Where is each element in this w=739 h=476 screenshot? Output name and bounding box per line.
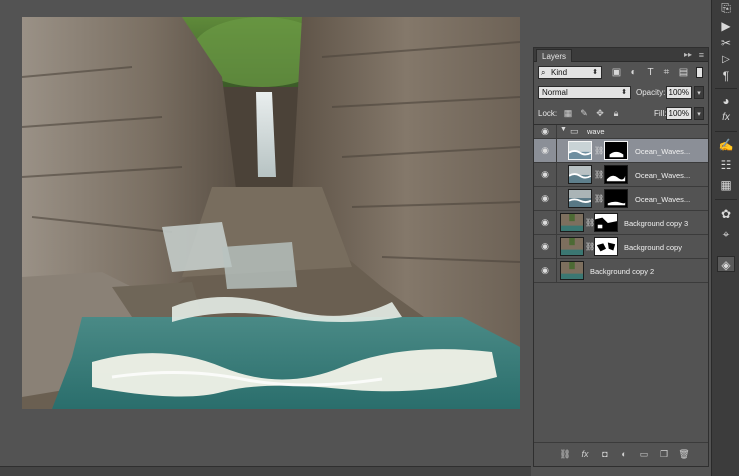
folder-icon: ▭ bbox=[570, 126, 579, 136]
lock-label: Lock: bbox=[538, 109, 558, 118]
blend-mode-select[interactable]: Normal ⬍ bbox=[538, 86, 631, 99]
panel-tabbar: Layers ▸▸ ≡ bbox=[534, 48, 708, 62]
play-icon[interactable]: ▶ bbox=[717, 18, 735, 34]
filter-toggle[interactable] bbox=[696, 67, 703, 78]
chain-link-icon[interactable]: ⛓︎ bbox=[594, 170, 604, 179]
layer-row-background-copy-3[interactable]: ◉ ⛓︎ Background copy 3 bbox=[534, 211, 708, 235]
panel-menu-icon[interactable]: ≡ bbox=[699, 48, 704, 62]
chevron-down-icon: ⬍ bbox=[621, 89, 627, 96]
lock-image-icon[interactable]: ✎ bbox=[578, 107, 590, 120]
blend-mode-value: Normal bbox=[542, 88, 568, 97]
brush-icon[interactable]: ✍ bbox=[717, 137, 735, 153]
canyon-waterfall-image bbox=[22, 17, 520, 409]
layer-thumbnail bbox=[560, 237, 584, 256]
delete-layer-icon[interactable]: 🗑︎ bbox=[678, 448, 690, 461]
layer-row-background-copy[interactable]: ◉ ⛓︎ Background copy bbox=[534, 235, 708, 259]
layer-mask-thumbnail[interactable] bbox=[594, 237, 618, 256]
layer-name: Ocean_Waves... bbox=[635, 171, 691, 180]
new-group-icon[interactable]: ▭ bbox=[638, 448, 650, 461]
type-filter-icon[interactable]: T bbox=[644, 66, 657, 79]
fx-icon[interactable]: fx bbox=[579, 448, 591, 461]
tab-layers[interactable]: Layers bbox=[536, 49, 573, 62]
layer-name: Background copy 3 bbox=[624, 219, 689, 228]
layer-name: Background copy 2 bbox=[590, 267, 655, 276]
layer-row-ocean-waves-3[interactable]: ◉ ⛓︎ Ocean_Waves... bbox=[534, 187, 708, 211]
link-layers-icon[interactable]: ⛓︎ bbox=[559, 448, 571, 461]
visibility-eye-icon[interactable]: ◉ bbox=[539, 193, 551, 204]
swatches-icon[interactable]: ▦ bbox=[717, 177, 735, 193]
layers-icon[interactable]: ◈ bbox=[717, 256, 735, 272]
filter-kind-value: Kind bbox=[551, 68, 568, 77]
layer-list: ◉ ▼ ▭ wave ◉ ⛓︎ Ocean_Waves... ◉ ⛓︎ Ocea… bbox=[534, 124, 708, 442]
opacity-dropdown-icon[interactable]: ▾ bbox=[694, 86, 704, 99]
visibility-eye-icon[interactable]: ◉ bbox=[539, 169, 551, 180]
visibility-eye-icon[interactable]: ◉ bbox=[539, 217, 551, 228]
opacity-label: Opacity: bbox=[636, 88, 666, 97]
smart-object-filter-icon[interactable]: ▤ bbox=[677, 66, 690, 79]
tools-icon[interactable]: ✂ bbox=[717, 35, 735, 51]
channels-icon[interactable]: ✿ bbox=[717, 206, 735, 222]
visibility-eye-icon[interactable]: ◉ bbox=[539, 265, 551, 276]
layer-row-ocean-waves-2[interactable]: ◉ ⛓︎ Ocean_Waves... bbox=[534, 163, 708, 187]
new-layer-icon[interactable]: ❐ bbox=[658, 448, 670, 461]
add-mask-icon[interactable]: ◘ bbox=[599, 448, 611, 461]
layer-mask-thumbnail[interactable] bbox=[594, 213, 618, 232]
layer-thumbnail bbox=[568, 189, 592, 208]
lock-position-icon[interactable]: ✥ bbox=[594, 107, 606, 120]
layer-thumbnail bbox=[568, 141, 592, 160]
layer-mask-thumbnail[interactable] bbox=[604, 189, 628, 208]
play-small-icon[interactable]: ▷ bbox=[717, 52, 735, 68]
chain-link-icon[interactable]: ⛓︎ bbox=[594, 194, 604, 203]
adjustment-filter-icon[interactable]: ◐ bbox=[627, 66, 640, 79]
visibility-eye-icon[interactable]: ◉ bbox=[539, 126, 551, 137]
layer-thumbnail bbox=[560, 261, 584, 280]
shape-filter-icon[interactable]: ⌗ bbox=[660, 66, 673, 79]
layer-mask-thumbnail[interactable] bbox=[604, 165, 628, 184]
history-icon[interactable]: ⎘ bbox=[717, 0, 735, 16]
layer-name: Ocean_Waves... bbox=[635, 147, 691, 156]
layer-row-ocean-waves-1[interactable]: ◉ ⛓︎ Ocean_Waves... bbox=[534, 139, 708, 163]
opacity-input[interactable]: 100% bbox=[666, 86, 692, 99]
layer-thumbnail bbox=[560, 213, 584, 232]
layers-panel: Layers ▸▸ ≡ ⌕ Kind ⬍ ▣ ◐ T ⌗ ▤ Normal ⬍ … bbox=[533, 47, 709, 467]
layer-thumbnail bbox=[568, 165, 592, 184]
chevron-down-icon[interactable]: ▼ bbox=[560, 126, 567, 133]
adjust-icon[interactable]: ☷ bbox=[717, 157, 735, 173]
chevron-down-icon: ⬍ bbox=[592, 69, 598, 76]
search-icon: ⌕ bbox=[541, 68, 546, 77]
visibility-eye-icon[interactable]: ◉ bbox=[539, 145, 551, 156]
layer-name: Background copy bbox=[624, 243, 682, 252]
status-bar bbox=[0, 466, 531, 476]
layer-mask-thumbnail[interactable] bbox=[604, 141, 628, 160]
chain-link-icon[interactable]: ⛓︎ bbox=[594, 146, 604, 155]
canvas-area[interactable] bbox=[0, 0, 531, 476]
image-filter-icon[interactable]: ▣ bbox=[610, 66, 623, 79]
layer-name: Ocean_Waves... bbox=[635, 195, 691, 204]
paths-icon[interactable]: ⌖ bbox=[717, 226, 735, 242]
document-canvas[interactable] bbox=[22, 17, 520, 409]
fill-label: Fill: bbox=[654, 109, 667, 118]
filter-kind-select[interactable]: ⌕ Kind ⬍ bbox=[538, 66, 602, 79]
layer-row-group-wave[interactable]: ◉ ▼ ▭ wave bbox=[534, 125, 708, 139]
right-tool-strip: ⎘ ▶ ✂ ▷ ¶ ◕ fx ✍ ☷ ▦ ✿ ⌖ ◈ bbox=[711, 0, 739, 476]
collapse-panel-icon[interactable]: ▸▸ bbox=[684, 48, 692, 62]
layer-name: wave bbox=[587, 127, 605, 136]
fx-styles-icon[interactable]: fx bbox=[717, 110, 735, 126]
lock-all-icon[interactable]: 🔒︎ bbox=[610, 107, 622, 120]
layer-row-background-copy-2[interactable]: ◉ Background copy 2 bbox=[534, 259, 708, 283]
adjustment-layer-icon[interactable]: ◐ bbox=[618, 448, 630, 461]
fill-input[interactable]: 100% bbox=[666, 107, 692, 120]
visibility-eye-icon[interactable]: ◉ bbox=[539, 241, 551, 252]
paragraph-icon[interactable]: ¶ bbox=[717, 68, 735, 84]
lock-transparent-icon[interactable]: ▦ bbox=[562, 107, 574, 120]
color-icon[interactable]: ◕ bbox=[717, 93, 735, 109]
fill-dropdown-icon[interactable]: ▾ bbox=[694, 107, 704, 120]
layers-panel-footer: ⛓︎ fx ◘ ◐ ▭ ❐ 🗑︎ bbox=[534, 442, 708, 466]
